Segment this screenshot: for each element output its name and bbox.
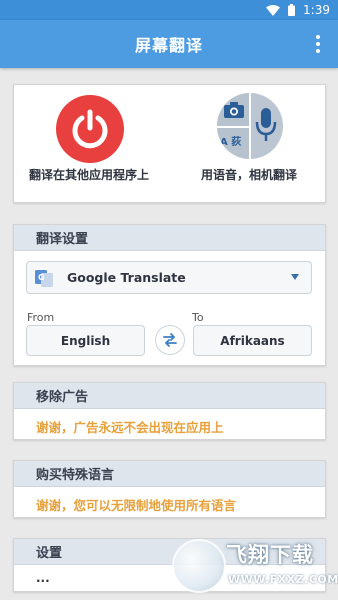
translation-settings-card: 翻译设置 G Google Translate From To English … xyxy=(13,224,326,366)
remove-ads-text: 谢谢，广告永远不会出现在应用上 xyxy=(36,420,224,435)
buy-languages-text: 谢谢，您可以无限制地使用所有语言 xyxy=(36,498,237,513)
more-vert-icon[interactable] xyxy=(308,34,328,54)
actions-card: 翻译在其他应用程序上 A 荻 用语音，相机翻译 xyxy=(13,84,326,203)
app-bar: 屏幕翻译 xyxy=(0,20,338,68)
voice-camera-button[interactable]: A 荻 用语音，相机翻译 xyxy=(174,91,324,199)
from-label: From xyxy=(27,311,55,324)
buy-languages-card[interactable]: 购买特殊语言 谢谢，您可以无限制地使用所有语言 xyxy=(13,460,326,518)
swap-icon[interactable] xyxy=(155,325,185,355)
chevron-down-icon[interactable] xyxy=(291,274,299,280)
remove-ads-header: 移除广告 xyxy=(14,383,325,409)
voice-camera-label: 用语音，相机翻译 xyxy=(200,168,297,182)
text-translate-icon: A 荻 xyxy=(220,137,242,148)
status-time: 1:39 xyxy=(303,3,330,17)
settings-header: 设置 xyxy=(14,539,325,565)
wifi-icon xyxy=(266,4,281,16)
camera-icon xyxy=(224,102,244,118)
settings-text: ... xyxy=(36,571,50,585)
app-title: 屏幕翻译 xyxy=(134,36,203,55)
translation-engine-dropdown[interactable]: G Google Translate xyxy=(26,261,312,294)
translation-settings-header: 翻译设置 xyxy=(14,225,325,251)
battery-icon xyxy=(288,4,296,16)
buy-languages-header: 购买特殊语言 xyxy=(14,461,325,487)
settings-card[interactable]: 设置 ... xyxy=(13,538,326,592)
to-label: To xyxy=(192,311,204,324)
translate-in-apps-label: 翻译在其他应用程序上 xyxy=(28,168,149,182)
voice-camera-icon[interactable]: A 荻 xyxy=(217,93,283,159)
power-icon[interactable] xyxy=(56,95,124,163)
translation-engine-name: Google Translate xyxy=(67,270,186,285)
from-language-button[interactable]: English xyxy=(26,325,145,356)
translate-in-apps-button[interactable]: 翻译在其他应用程序上 xyxy=(14,91,164,199)
remove-ads-card[interactable]: 移除广告 谢谢，广告永远不会出现在应用上 xyxy=(13,382,326,440)
svg-text:G: G xyxy=(38,273,45,282)
to-language-button[interactable]: Afrikaans xyxy=(193,325,312,356)
microphone-icon xyxy=(255,108,277,141)
google-translate-icon: G xyxy=(35,269,53,287)
status-bar: 1:39 xyxy=(0,0,338,20)
